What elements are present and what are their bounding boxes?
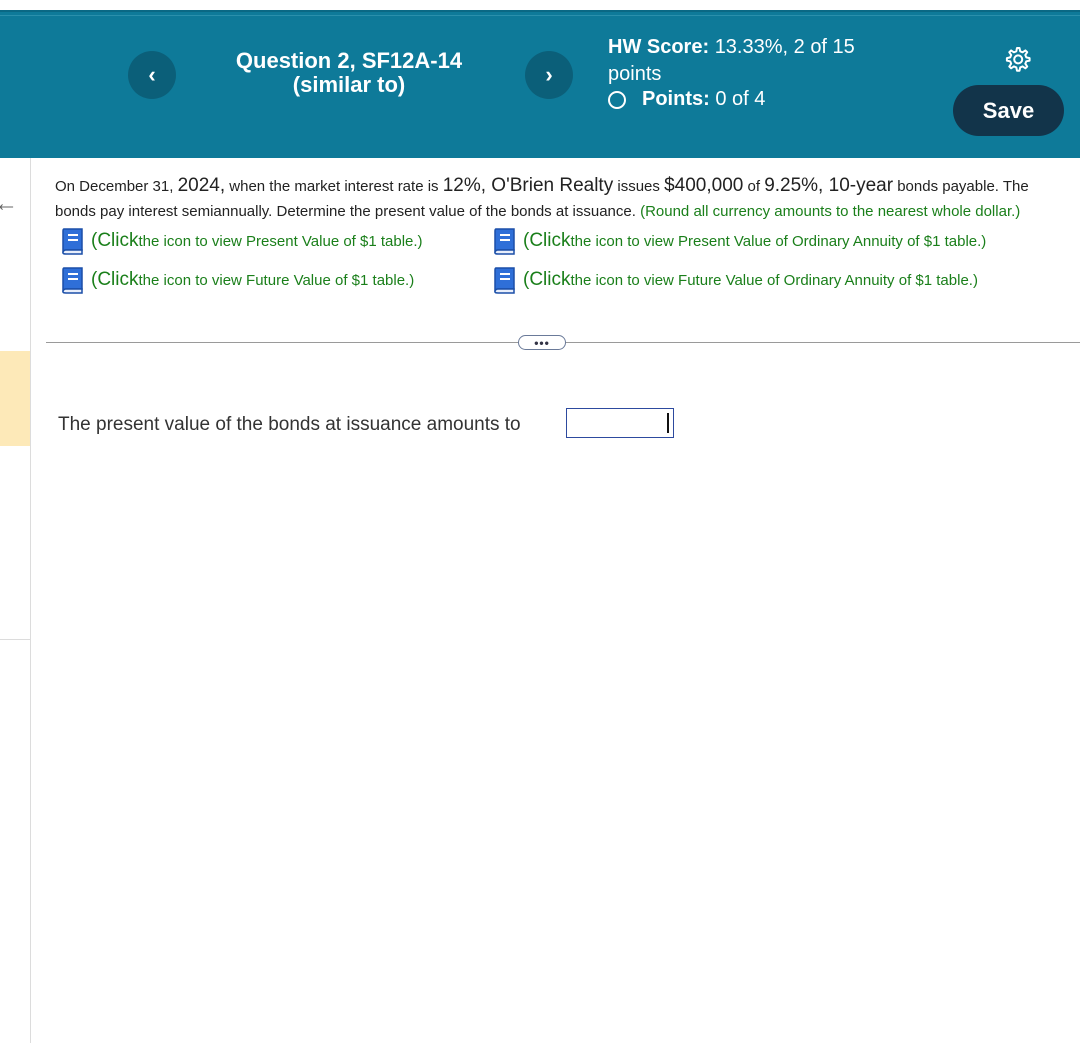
problem-instruction: (Round all currency amounts to the neare… — [635, 203, 1021, 220]
status-circle-icon — [608, 90, 626, 109]
answer-label: The present value of the bonds at issuan… — [58, 414, 521, 435]
points-label: Points: — [642, 88, 710, 110]
hw-score-label: HW Score: — [608, 36, 710, 58]
answer-input[interactable] — [566, 408, 674, 438]
link-text: the icon to view Present Value of Ordina… — [570, 232, 987, 250]
problem-text-3: issues — [613, 178, 665, 195]
current-question-highlight[interactable] — [0, 351, 30, 446]
link-prefix: (Click — [91, 269, 139, 290]
top-strip — [0, 0, 1080, 10]
chevron-right-icon: › — [545, 62, 553, 87]
problem-rate: 12%, — [442, 175, 487, 196]
points-value: 0 of 4 — [715, 88, 766, 110]
collapse-arrow-icon[interactable]: ← — [0, 190, 18, 218]
fv-annuity-table-link[interactable]: (Click the icon to view Future Value of … — [490, 265, 978, 295]
book-icon[interactable] — [490, 226, 518, 256]
expand-ellipsis-button[interactable]: ••• — [518, 335, 566, 350]
text-caret — [667, 413, 669, 433]
left-panel-divider — [0, 639, 30, 640]
question-title: Question 2, SF12A-14 (similar to) — [200, 49, 498, 97]
link-prefix: (Click — [523, 230, 571, 251]
left-panel: ← — [0, 158, 31, 1043]
link-text: the icon to view Present Value of $1 tab… — [138, 232, 423, 250]
link-text: the icon to view Future Value of $1 tabl… — [138, 271, 415, 289]
problem-company: O'Brien Realty — [486, 175, 614, 196]
book-icon[interactable] — [58, 265, 86, 295]
problem-text-4: of — [743, 178, 765, 195]
chevron-left-icon: ‹ — [148, 62, 156, 87]
book-icon[interactable] — [58, 226, 86, 256]
problem-statement: On December 31, 2024, when the market in… — [55, 173, 1055, 224]
next-question-button[interactable]: › — [525, 51, 573, 99]
previous-question-button[interactable]: ‹ — [128, 51, 176, 99]
question-title-line2: (similar to) — [292, 72, 406, 97]
points-status: Points: 0 of 4 — [608, 88, 765, 111]
gear-icon[interactable] — [1002, 45, 1032, 75]
problem-coupon: 9.25%, — [764, 175, 824, 196]
header-rule — [0, 15, 1080, 16]
question-title-line1: Question 2, SF12A-14 — [235, 48, 463, 73]
problem-amount: $400,000 — [664, 175, 744, 196]
problem-term: 10-year — [823, 175, 894, 196]
pv-table-link[interactable]: (Click the icon to view Present Value of… — [58, 226, 423, 256]
save-button[interactable]: Save — [953, 85, 1064, 136]
link-prefix: (Click — [523, 269, 571, 290]
hw-score: HW Score: 13.33%, 2 of 15 points — [608, 34, 908, 88]
problem-year: 2024, — [177, 175, 226, 196]
hw-score-value: 13.33%, 2 of 15 — [714, 36, 855, 58]
fv-table-link[interactable]: (Click the icon to view Future Value of … — [58, 265, 414, 295]
link-text: the icon to view Future Value of Ordinar… — [570, 271, 978, 289]
book-icon[interactable] — [490, 265, 518, 295]
problem-text-1: On December 31, — [55, 178, 178, 195]
hw-score-suffix: points — [608, 63, 662, 85]
link-prefix: (Click — [91, 230, 139, 251]
problem-text-2: when the market interest rate is — [225, 178, 443, 195]
pv-annuity-table-link[interactable]: (Click the icon to view Present Value of… — [490, 226, 986, 256]
